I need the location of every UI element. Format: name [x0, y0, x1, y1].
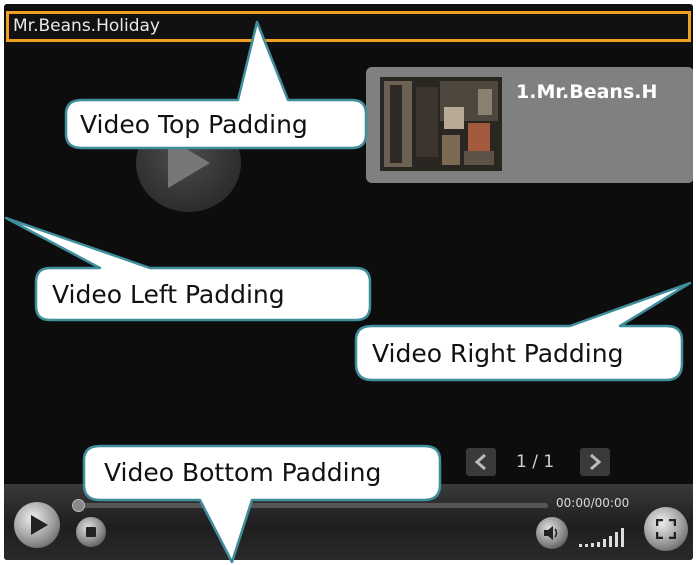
next-page-button[interactable]	[580, 448, 610, 476]
play-button[interactable]	[14, 502, 60, 548]
playlist-item-title: 1.Mr.Beans.H	[516, 81, 658, 103]
prev-page-button[interactable]	[466, 448, 496, 476]
callout-right-text: Video Right Padding	[372, 339, 624, 368]
playlist-item[interactable]: 1.Mr.Beans.H	[366, 67, 693, 183]
playlist-pager: 1 / 1	[466, 448, 616, 478]
time-display: 00:00/00:00	[556, 496, 630, 510]
page-indicator: 1 / 1	[516, 452, 555, 472]
stop-icon	[86, 527, 96, 537]
fullscreen-button[interactable]	[644, 507, 688, 551]
big-play-icon	[168, 138, 210, 188]
callout-top-text: Video Top Padding	[80, 110, 308, 139]
seek-bar[interactable]	[72, 499, 548, 512]
seek-handle[interactable]	[72, 499, 85, 512]
volume-level-slider[interactable]	[579, 524, 633, 548]
control-bar: 00:00/00:00	[4, 484, 693, 560]
volume-icon	[544, 526, 558, 540]
volume-button[interactable]	[536, 517, 568, 549]
prev-page-icon	[474, 454, 486, 470]
video-thumbnail	[380, 77, 502, 171]
callout-bottom-text: Video Bottom Padding	[104, 458, 382, 487]
volume-level-icon	[579, 528, 624, 547]
video-title-bar: Mr.Beans.Holiday	[6, 11, 691, 42]
fullscreen-icon	[656, 519, 676, 539]
play-icon	[31, 515, 48, 535]
callout-left-text: Video Left Padding	[52, 280, 285, 309]
stop-button[interactable]	[76, 517, 106, 547]
next-page-icon	[590, 454, 602, 470]
